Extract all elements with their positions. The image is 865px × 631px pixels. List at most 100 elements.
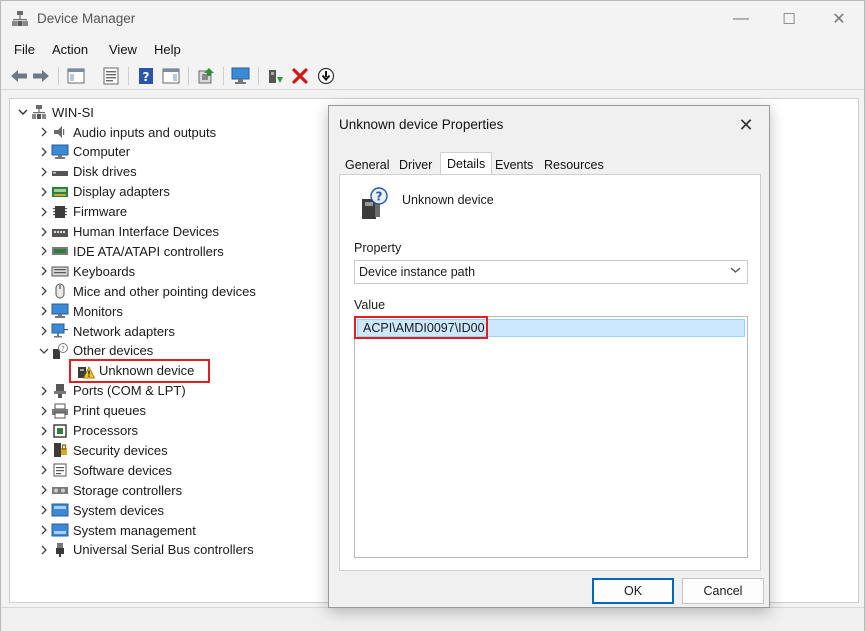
chevron-right-icon[interactable] [37,182,51,202]
chevron-down-icon[interactable] [37,341,51,361]
help-icon[interactable]: ? [136,66,156,86]
chevron-right-icon[interactable] [37,540,51,560]
tree-category-security-devices[interactable]: Security devices [37,440,168,460]
minimize-button[interactable]: — [716,1,766,37]
tree-category-computer[interactable]: Computer [37,142,130,162]
tree-item-label: Keyboards [73,263,136,279]
chevron-right-icon[interactable] [37,460,51,480]
show-hide-console-tree-icon[interactable] [66,66,86,86]
chevron-right-icon[interactable] [37,301,51,321]
network-adapter-icon [51,323,69,339]
tree-category-print-queues[interactable]: Print queues [37,401,146,421]
monitor-icon [51,303,69,319]
chevron-down-icon[interactable] [16,102,30,122]
tab-events[interactable]: Events [489,156,539,175]
hid-icon [51,224,69,240]
tree-item-label: Software devices [73,462,172,478]
property-select[interactable]: Device instance path [354,260,748,284]
uninstall-icon[interactable] [290,66,310,86]
toolbar-separator [223,67,224,85]
menu-file[interactable]: File [14,42,35,57]
device-manager-app-icon [11,10,29,28]
disk-drive-icon [51,164,69,180]
tab-general[interactable]: General [339,156,395,175]
dialog-title: Unknown device Properties [339,117,504,132]
tree-category-other-devices[interactable]: ? Other devices [37,341,153,361]
toolbar-separator [258,67,259,85]
value-list[interactable]: ACPI\AMDI0097\ID00 [354,316,748,558]
tab-resources[interactable]: Resources [538,156,610,175]
tree-item-label: Network adapters [73,323,175,339]
chevron-right-icon[interactable] [37,520,51,540]
window-title: Device Manager [37,11,136,26]
properties-icon[interactable] [101,66,121,86]
software-device-icon [51,462,69,478]
menu-view[interactable]: View [109,42,137,57]
disable-device-icon[interactable] [316,66,336,86]
tree-root-win-si[interactable]: WIN-SI [16,102,94,122]
menu-bar: File Action View Help [1,39,864,61]
add-driver-icon[interactable] [265,66,285,86]
property-label: Property [354,241,402,255]
chevron-right-icon[interactable] [37,241,51,261]
tree-category-ports-com-lpt[interactable]: Ports (COM & LPT) [37,381,186,401]
tree-category-storage-controllers[interactable]: Storage controllers [37,480,182,500]
chevron-right-icon[interactable] [37,440,51,460]
tree-category-human-interface-devices[interactable]: Human Interface Devices [37,222,219,242]
tree-item-label: IDE ATA/ATAPI controllers [73,243,224,259]
system-device-icon [51,502,69,518]
chevron-right-icon[interactable] [37,480,51,500]
forward-arrow-icon[interactable] [31,66,51,86]
update-driver-icon[interactable] [196,66,216,86]
tree-category-display-adapters[interactable]: Display adapters [37,182,170,202]
tree-category-audio-inputs-and-outputs[interactable]: Audio inputs and outputs [37,122,216,142]
ok-button[interactable]: OK [592,578,674,604]
tab-details[interactable]: Details [440,152,493,176]
chevron-right-icon[interactable] [37,401,51,421]
tree-category-system-devices[interactable]: System devices [37,500,164,520]
tree-category-processors[interactable]: Processors [37,421,138,441]
chevron-right-icon[interactable] [37,381,51,401]
port-icon [51,383,69,399]
menu-action[interactable]: Action [52,42,88,57]
chevron-right-icon[interactable] [37,162,51,182]
chevron-down-icon [730,265,741,277]
chevron-right-icon[interactable] [37,281,51,301]
tree-category-keyboards[interactable]: Keyboards [37,261,135,281]
dialog-close-button[interactable]: ✕ [731,112,761,138]
menu-help[interactable]: Help [154,42,181,57]
storage-controller-icon [51,482,69,498]
tree-category-universal-serial-bus-controllers[interactable]: Universal Serial Bus controllers [37,540,254,560]
tree-category-network-adapters[interactable]: Network adapters [37,321,175,341]
tree-category-software-devices[interactable]: Software devices [37,460,172,480]
tree-category-monitors[interactable]: Monitors [37,301,123,321]
tree-category-firmware[interactable]: Firmware [37,202,127,222]
chevron-right-icon[interactable] [37,321,51,341]
processor-icon [51,423,69,439]
tree-category-system-management[interactable]: System management [37,520,196,540]
scan-hardware-icon[interactable] [231,66,251,86]
speaker-icon [51,124,69,140]
tree-category-ide-ata-atapi-controllers[interactable]: IDE ATA/ATAPI controllers [37,241,224,261]
tree-category-mice-and-other-pointing-devices[interactable]: Mice and other pointing devices [37,281,256,301]
action-pane-icon[interactable] [161,66,181,86]
security-device-icon [51,442,69,458]
cancel-button[interactable]: Cancel [682,578,764,604]
tree-item-label: Print queues [73,403,146,419]
tab-driver[interactable]: Driver [393,156,438,175]
tree-category-disk-drives[interactable]: Disk drives [37,162,137,182]
chevron-right-icon[interactable] [37,142,51,162]
usb-icon [51,542,69,558]
chevron-right-icon[interactable] [37,421,51,441]
chevron-right-icon[interactable] [37,122,51,142]
back-arrow-icon[interactable] [9,66,29,86]
maximize-button[interactable]: ☐ [764,1,814,37]
tree-item-label: Universal Serial Bus controllers [73,542,254,558]
chevron-right-icon[interactable] [37,202,51,222]
ide-controller-icon [51,243,69,259]
tree-item-label: Computer [73,144,131,160]
close-button[interactable]: ✕ [814,1,864,37]
chevron-right-icon[interactable] [37,222,51,242]
chevron-right-icon[interactable] [37,500,51,520]
chevron-right-icon[interactable] [37,261,51,281]
